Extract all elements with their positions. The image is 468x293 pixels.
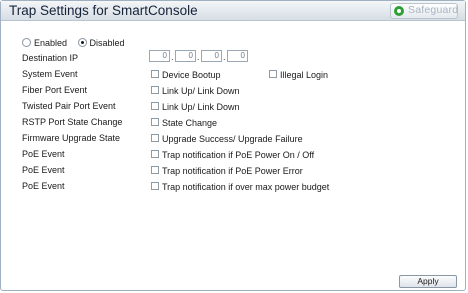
safeguard-button[interactable]: Safeguard <box>390 3 458 19</box>
rstp-port-state-label: RSTP Port State Change <box>22 117 123 127</box>
twisted-pair-link-option[interactable]: Link Up/ Link Down <box>151 101 240 112</box>
system-event-label: System Event <box>22 69 78 79</box>
state-change-checkbox[interactable] <box>151 117 159 126</box>
poe-power-on-off-checkbox[interactable] <box>151 149 159 158</box>
fiber-link-option[interactable]: Link Up/ Link Down <box>151 85 240 96</box>
upgrade-result-checkbox[interactable] <box>151 133 159 142</box>
poe-event-label: PoE Event <box>22 181 65 191</box>
fiber-link-label: Link Up/ Link Down <box>162 85 240 96</box>
ip-octet-4-input[interactable]: 0 <box>227 50 248 62</box>
disabled-radio-label: Disabled <box>89 37 125 48</box>
ip-separator: . <box>171 52 174 62</box>
fiber-link-checkbox[interactable] <box>151 85 159 94</box>
poe-power-budget-option[interactable]: Trap notification if over max power budg… <box>151 181 329 192</box>
ip-octet-1-input[interactable]: 0 <box>149 50 170 62</box>
device-bootup-label: Device Bootup <box>162 69 221 80</box>
ip-octet-2-input[interactable]: 0 <box>175 50 196 62</box>
twisted-pair-port-event-label: Twisted Pair Port Event <box>22 101 116 111</box>
enabled-radio[interactable] <box>22 38 31 48</box>
state-change-label: State Change <box>162 117 218 128</box>
firmware-upgrade-state-label: Firmware Upgrade State <box>22 133 121 143</box>
poe-power-error-label: Trap notification if PoE Power Error <box>162 165 303 176</box>
disabled-radio[interactable] <box>77 38 87 48</box>
poe-power-error-option[interactable]: Trap notification if PoE Power Error <box>151 165 303 176</box>
poe-power-on-off-option[interactable]: Trap notification if PoE Power On / Off <box>151 149 314 160</box>
ip-separator: . <box>197 52 200 62</box>
device-bootup-option[interactable]: Device Bootup <box>151 69 221 80</box>
illegal-login-option[interactable]: Illegal Login <box>269 69 328 80</box>
ip-octet-3-input[interactable]: 0 <box>201 50 222 62</box>
ip-separator: . <box>223 52 226 62</box>
safeguard-icon <box>394 6 404 16</box>
upgrade-result-option[interactable]: Upgrade Success/ Upgrade Failure <box>151 133 303 144</box>
enabled-radio-label: Enabled <box>34 37 68 48</box>
poe-event-label: PoE Event <box>22 165 65 175</box>
fiber-port-event-label: Fiber Port Event <box>22 85 88 95</box>
poe-power-error-checkbox[interactable] <box>151 165 159 174</box>
destination-ip-label: Destination IP <box>22 53 79 63</box>
page-title: Trap Settings for SmartConsole <box>9 3 198 18</box>
poe-power-budget-checkbox[interactable] <box>151 181 159 190</box>
state-change-option[interactable]: State Change <box>151 117 217 128</box>
device-bootup-checkbox[interactable] <box>151 69 159 78</box>
illegal-login-checkbox[interactable] <box>269 69 277 78</box>
upgrade-result-label: Upgrade Success/ Upgrade Failure <box>162 133 303 144</box>
safeguard-label: Safeguard <box>408 4 459 16</box>
twisted-pair-link-checkbox[interactable] <box>151 101 159 110</box>
twisted-pair-link-label: Link Up/ Link Down <box>162 101 240 112</box>
trap-state-radio-group: Enabled Disabled <box>22 37 133 49</box>
illegal-login-label: Illegal Login <box>280 69 329 80</box>
title-bar: Trap Settings for SmartConsole Safeguard <box>1 1 465 21</box>
apply-button[interactable]: Apply <box>399 275 457 288</box>
poe-event-label: PoE Event <box>22 149 65 159</box>
poe-power-on-off-label: Trap notification if PoE Power On / Off <box>162 149 315 160</box>
poe-power-budget-label: Trap notification if over max power budg… <box>162 181 330 192</box>
